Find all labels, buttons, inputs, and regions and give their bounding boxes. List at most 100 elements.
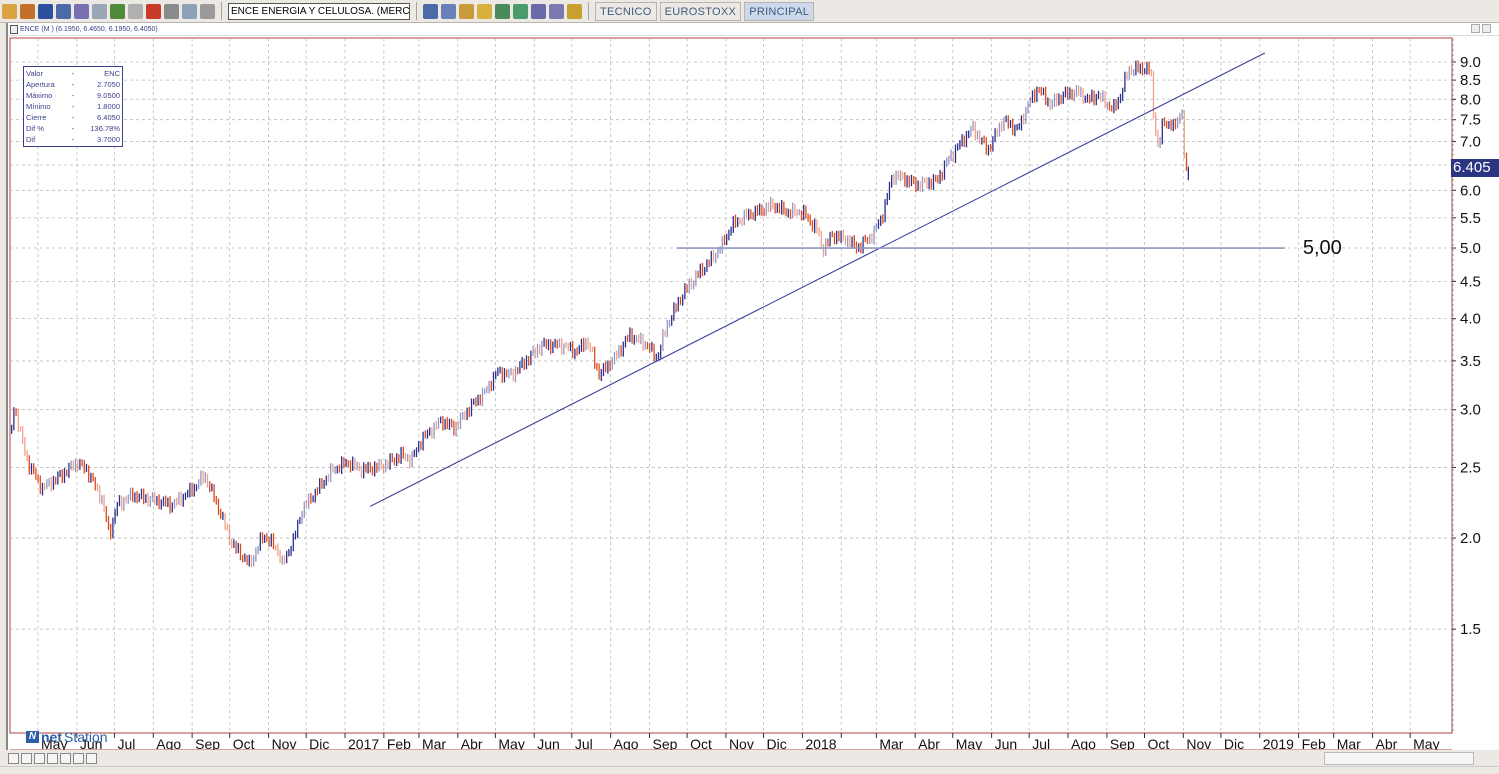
info-value: 1.8000 (97, 102, 120, 111)
y-tick-label: 2.5 (1460, 459, 1481, 476)
color-wheel-icon[interactable] (146, 3, 161, 19)
info-dash: - (71, 80, 75, 89)
x-tick-label: Ago (156, 736, 181, 750)
info-value: 136.78% (90, 124, 120, 133)
y-tick-label: 4.0 (1460, 311, 1481, 328)
x-tick-label: Dic (767, 736, 787, 750)
x-tick-label: Sep (653, 736, 678, 750)
info-dash: - (71, 69, 75, 78)
toolbar-separator (221, 2, 222, 20)
close-button[interactable] (1482, 24, 1491, 33)
disabled-icon[interactable] (200, 3, 215, 19)
info-value: 2.7050 (97, 80, 120, 89)
y-tick-label: 5.0 (1460, 240, 1481, 257)
x-tick-label: Jul (575, 736, 593, 750)
restore-button[interactable] (1471, 24, 1480, 33)
fit-icon[interactable] (47, 752, 58, 764)
eraser-icon[interactable] (128, 3, 143, 19)
y-tick-label: 1.5 (1460, 621, 1481, 638)
toolbar-separator (416, 2, 417, 20)
open-icon[interactable] (2, 3, 17, 19)
y-tick-label: 8.0 (1460, 91, 1481, 108)
tab-eurostoxx[interactable]: EUROSTOXX (659, 1, 742, 21)
logo-text-station: Station (64, 729, 108, 745)
calendar-icon[interactable] (441, 3, 456, 19)
y-tick-label: 4.5 (1460, 273, 1481, 290)
zoom-out-icon[interactable] (60, 752, 71, 764)
zoom-in-icon[interactable] (73, 752, 84, 764)
x-tick-label: Mar (1337, 736, 1361, 750)
window-icon (10, 25, 18, 34)
bottom-toolbar (6, 750, 1499, 766)
x-tick-label: Dic (1224, 736, 1244, 750)
save-icon[interactable] (38, 3, 53, 19)
info-row: Mínimo - 1.8000 (26, 101, 120, 112)
y-tick-label: 3.5 (1460, 353, 1481, 370)
x-tick-label: Dic (309, 736, 329, 750)
x-tick-label: Jun (537, 736, 560, 750)
y-tick-label: 6.0 (1460, 182, 1481, 199)
scroll-left-icon[interactable] (86, 752, 97, 764)
info-value: 3.7000 (97, 135, 120, 144)
edit-icon[interactable] (20, 3, 35, 19)
x-tick-label: Ago (1071, 736, 1096, 750)
x-tick-label: Jun (995, 736, 1018, 750)
info-dash: - (71, 124, 75, 133)
x-tick-label: Jul (117, 736, 135, 750)
print-preview-icon[interactable] (74, 3, 89, 19)
x-tick-label: Nov (272, 736, 297, 750)
x-tick-label: May (1413, 736, 1439, 750)
note-icon[interactable] (531, 3, 546, 19)
grid-icon[interactable] (423, 3, 438, 19)
info-key: Valor (26, 69, 43, 78)
scan-icon[interactable] (549, 3, 564, 19)
window-buttons (1471, 24, 1491, 33)
chart-bar-icon[interactable] (477, 3, 492, 19)
text-icon[interactable] (164, 3, 179, 19)
info-dash: - (71, 113, 75, 122)
info-row: Valor - ENC (26, 68, 120, 79)
x-tick-label: Nov (1186, 736, 1211, 750)
chart-window: 9.08.58.07.57.06.56.05.55.04.54.03.53.02… (6, 23, 1499, 750)
info-box: Valor - ENC Apertura - 2.7050 Máximo -9.0500 Mín… (23, 66, 123, 147)
y-tick-label: 5.5 (1460, 210, 1481, 227)
copy-icon[interactable] (92, 3, 107, 19)
print-icon[interactable] (56, 3, 71, 19)
x-tick-label: Mar (879, 736, 903, 750)
info-dash: - (71, 135, 75, 144)
tree-icon[interactable] (110, 3, 125, 19)
info-row: Dif % - 136.78% (26, 123, 120, 134)
x-tick-label: Nov (729, 736, 754, 750)
chart-line-icon[interactable] (495, 3, 510, 19)
chart-window-title: ENCE (M ) (6.1950, 6.4650, 6.1950, 6.405… (8, 23, 1499, 36)
x-tick-label: 2019 (1263, 736, 1294, 750)
x-tick-label: May (498, 736, 524, 750)
chart-compare-icon[interactable] (513, 3, 528, 19)
tab-principal[interactable]: PRINCIPAL (744, 1, 815, 21)
info-key: Dif % (26, 124, 44, 133)
info-key: Apertura (26, 80, 55, 89)
x-tick-label: May (956, 736, 982, 750)
info-value: ENC (104, 69, 120, 78)
price-chart[interactable]: 9.08.58.07.57.06.56.05.55.04.54.03.53.02… (8, 23, 1499, 750)
info-key: Cierre (26, 113, 47, 122)
ec-icon[interactable] (21, 752, 32, 764)
y-tick-label: 2.0 (1460, 530, 1481, 547)
horizontal-scrollbar[interactable] (1324, 752, 1474, 765)
main-toolbar: ENCE ENERGIA Y CELULOSA. (MERCADO CI TEC… (0, 0, 1499, 23)
y-tick-label: 3.0 (1460, 402, 1481, 419)
info-key: Dif (26, 135, 36, 144)
tab-tecnico[interactable]: TECNICO (595, 1, 657, 21)
x-tick-label: Abr (918, 736, 940, 750)
spacing-icon[interactable] (34, 752, 45, 764)
y-tick-label: 7.5 (1460, 112, 1481, 129)
help-icon[interactable] (567, 3, 582, 19)
y-tick-label: 9.0 (1460, 54, 1481, 71)
pencil-icon[interactable] (459, 3, 474, 19)
settings-icon[interactable] (182, 3, 197, 19)
info-row: Máximo - 9.0500 (26, 90, 120, 101)
x-tick-label: 2018 (805, 736, 836, 750)
symbol-input[interactable]: ENCE ENERGIA Y CELULOSA. (MERCADO CI (228, 2, 410, 20)
x-tick-label: Feb (387, 736, 411, 750)
zoom-reset-icon[interactable] (8, 752, 19, 764)
